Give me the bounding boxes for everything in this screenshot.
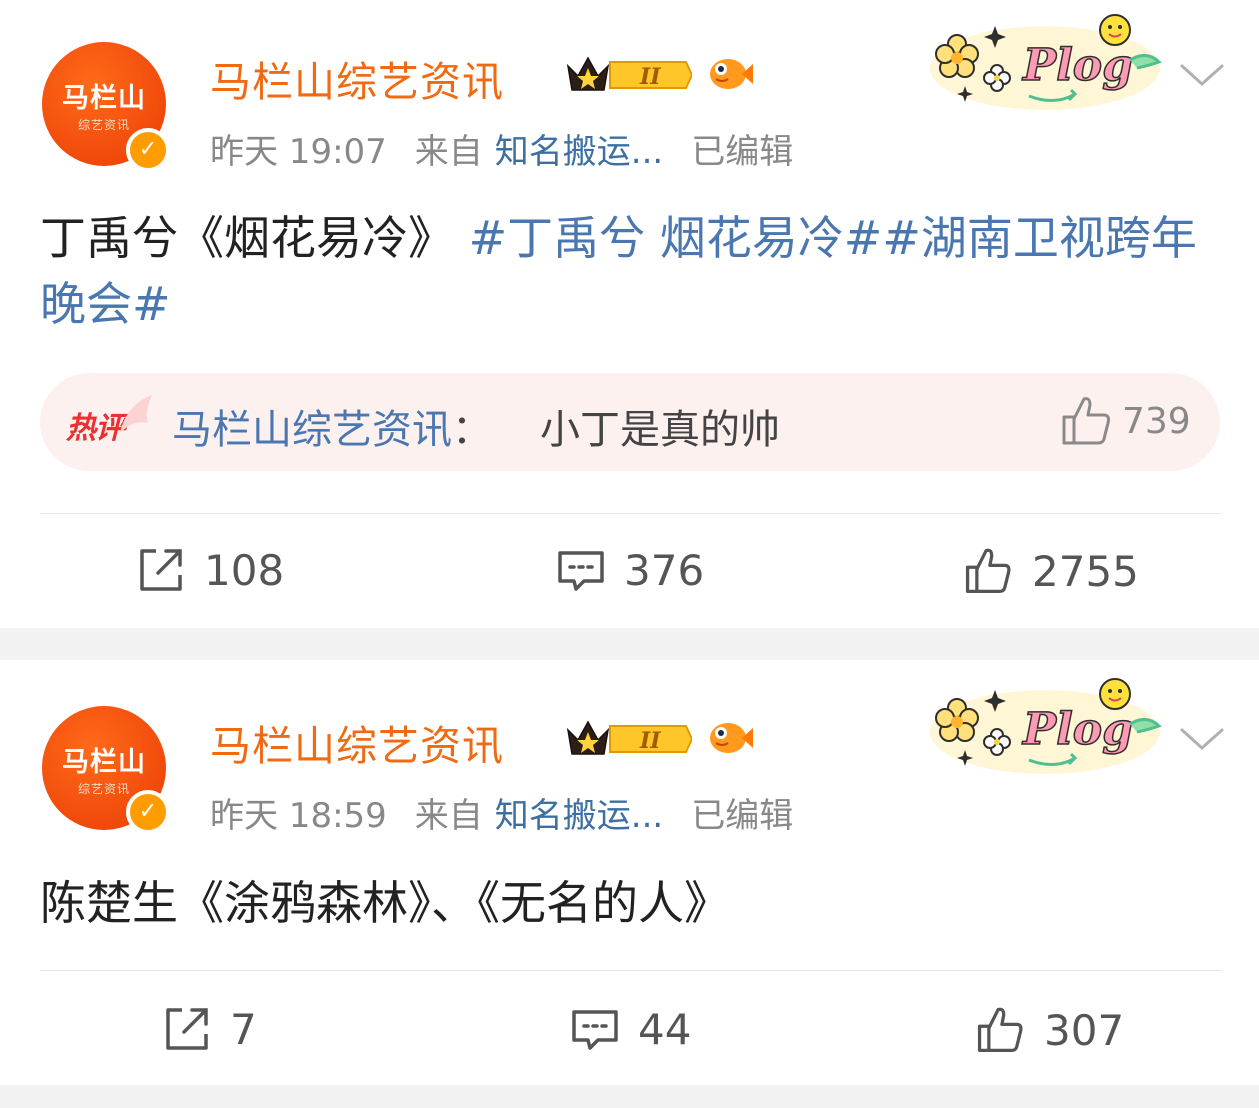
crown-badge-icon[interactable]: II xyxy=(566,54,692,96)
source-prefix: 来自 xyxy=(414,132,483,172)
repost-count: 7 xyxy=(230,1004,257,1054)
like-icon xyxy=(977,1007,1023,1053)
post-meta: 昨天 18:59 来自 知名搬运... 已编辑 xyxy=(210,788,821,837)
source-link[interactable]: 知名搬运... xyxy=(495,796,663,836)
hot-comment-like-count: 739 xyxy=(1122,401,1191,442)
sticker-text: Plog xyxy=(1021,704,1133,755)
edited-label: 已编辑 xyxy=(691,796,794,836)
like-button[interactable]: 2755 xyxy=(962,545,1139,597)
hot-comment-author[interactable]: 马栏山综艺资讯： xyxy=(172,397,492,455)
verified-icon: ✓ xyxy=(126,128,170,172)
hot-comment-text: 小丁是真的帅 xyxy=(540,407,780,453)
divider xyxy=(40,513,1221,514)
like-count: 2755 xyxy=(1032,546,1139,596)
comment-button[interactable]: 376 xyxy=(556,545,704,595)
chevron-down-icon[interactable] xyxy=(1178,724,1226,754)
author-name[interactable]: 马栏山综艺资讯 xyxy=(210,48,504,108)
feed-separator xyxy=(0,628,1259,660)
fish-icon xyxy=(710,723,753,753)
plog-sticker-icon[interactable]: Plog xyxy=(925,672,1165,777)
avatar-text: 马栏山 xyxy=(62,747,146,778)
post-text: 丁禹兮《烟花易冷》 xyxy=(40,211,454,265)
avatar-text: 马栏山 xyxy=(62,83,146,114)
crown-badge-icon[interactable]: II xyxy=(566,718,692,760)
chevron-down-icon[interactable] xyxy=(1178,60,1226,90)
edited-label: 已编辑 xyxy=(691,132,794,172)
post-text: 陈楚生《涂鸦森林》、《无名的人》 xyxy=(40,876,730,930)
hot-comment[interactable]: 热评 马栏山综艺资讯： 小丁是真的帅 739 xyxy=(40,373,1220,471)
post-card-2[interactable]: 马栏山 综艺资讯 ✓ 马栏山综艺资讯 II 昨天 18:59 来自 知名搬运... 已… xyxy=(0,660,1259,1085)
source-link[interactable]: 知名搬运... xyxy=(495,132,663,172)
post-time: 昨天 19:07 xyxy=(210,132,387,172)
like-icon xyxy=(965,548,1011,594)
like-icon[interactable] xyxy=(1058,393,1114,449)
author-name[interactable]: 马栏山综艺资讯 xyxy=(210,712,504,772)
divider xyxy=(40,970,1221,971)
post-content: 丁禹兮《烟花易冷》 #丁禹兮 烟花易冷##湖南卫视跨年晚会# xyxy=(40,205,1230,337)
fish-icon xyxy=(710,59,753,89)
wing-icon xyxy=(120,395,152,433)
post-card-1[interactable]: 马栏山 综艺资讯 ✓ 马栏山综艺资讯 II 昨天 19:07 来自 知名搬运... 已… xyxy=(0,0,1259,628)
verified-icon: ✓ xyxy=(126,790,170,834)
post-meta: 昨天 19:07 来自 知名搬运... 已编辑 xyxy=(210,124,821,173)
level-text: II xyxy=(639,728,661,754)
post-time: 昨天 18:59 xyxy=(210,796,387,836)
comment-count: 44 xyxy=(638,1004,692,1054)
post-content: 陈楚生《涂鸦森林》、《无名的人》 xyxy=(40,870,1230,936)
comment-icon xyxy=(558,551,604,591)
like-count: 307 xyxy=(1044,1005,1125,1055)
source-prefix: 来自 xyxy=(414,796,483,836)
plog-sticker-icon[interactable]: Plog xyxy=(925,8,1165,113)
repost-icon xyxy=(140,549,182,591)
like-button[interactable]: 307 xyxy=(974,1004,1124,1056)
repost-icon xyxy=(166,1008,208,1050)
comment-icon xyxy=(572,1010,618,1050)
repost-button[interactable]: 7 xyxy=(162,1004,257,1054)
level-text: II xyxy=(639,64,661,90)
repost-count: 108 xyxy=(204,545,285,595)
hot-comment-tag: 热评 xyxy=(66,395,152,446)
comment-count: 376 xyxy=(624,545,705,595)
feed-bottom xyxy=(0,1085,1259,1108)
comment-button[interactable]: 44 xyxy=(570,1004,691,1054)
sticker-text: Plog xyxy=(1021,40,1133,91)
repost-button[interactable]: 108 xyxy=(136,545,284,595)
